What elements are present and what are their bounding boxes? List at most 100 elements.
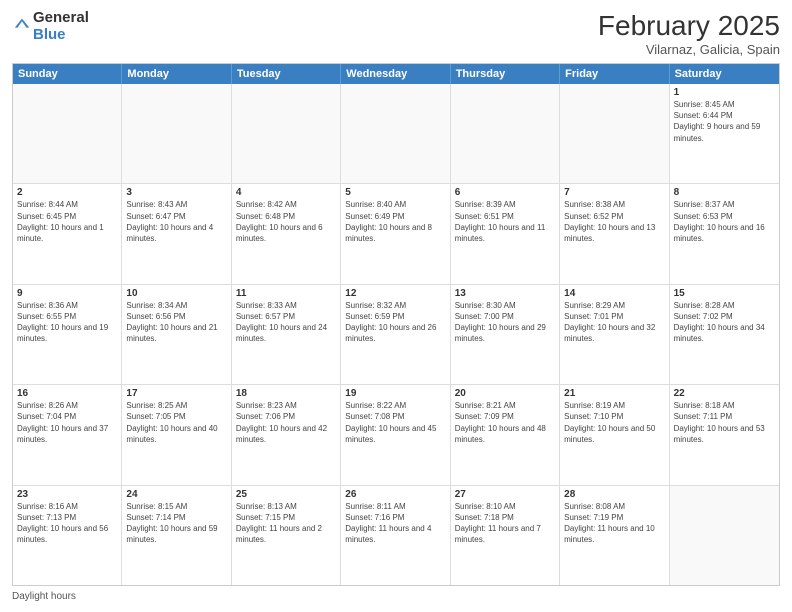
- calendar-day-4-5: 28Sunrise: 8:08 AM Sunset: 7:19 PM Dayli…: [560, 486, 669, 585]
- dow-monday: Monday: [122, 64, 231, 84]
- day-info: Sunrise: 8:23 AM Sunset: 7:06 PM Dayligh…: [236, 400, 336, 445]
- calendar-day-3-0: 16Sunrise: 8:26 AM Sunset: 7:04 PM Dayli…: [13, 385, 122, 484]
- day-number: 27: [455, 489, 555, 500]
- calendar-day-4-0: 23Sunrise: 8:16 AM Sunset: 7:13 PM Dayli…: [13, 486, 122, 585]
- calendar-header: Sunday Monday Tuesday Wednesday Thursday…: [13, 64, 779, 84]
- day-number: 18: [236, 388, 336, 399]
- calendar-day-2-2: 11Sunrise: 8:33 AM Sunset: 6:57 PM Dayli…: [232, 285, 341, 384]
- calendar-day-3-2: 18Sunrise: 8:23 AM Sunset: 7:06 PM Dayli…: [232, 385, 341, 484]
- calendar-day-4-6: [670, 486, 779, 585]
- calendar-week-1: 2Sunrise: 8:44 AM Sunset: 6:45 PM Daylig…: [13, 184, 779, 284]
- day-info: Sunrise: 8:33 AM Sunset: 6:57 PM Dayligh…: [236, 300, 336, 345]
- day-number: 16: [17, 388, 117, 399]
- calendar-day-0-1: [122, 84, 231, 183]
- day-info: Sunrise: 8:44 AM Sunset: 6:45 PM Dayligh…: [17, 199, 117, 244]
- daylight-label: Daylight hours: [12, 591, 76, 602]
- footer: Daylight hours: [12, 591, 780, 602]
- dow-friday: Friday: [560, 64, 669, 84]
- logo: General Blue: [12, 10, 89, 43]
- day-info: Sunrise: 8:43 AM Sunset: 6:47 PM Dayligh…: [126, 199, 226, 244]
- calendar-day-1-2: 4Sunrise: 8:42 AM Sunset: 6:48 PM Daylig…: [232, 184, 341, 283]
- logo-blue-text: Blue: [33, 27, 89, 44]
- day-info: Sunrise: 8:37 AM Sunset: 6:53 PM Dayligh…: [674, 199, 775, 244]
- calendar-day-4-2: 25Sunrise: 8:13 AM Sunset: 7:15 PM Dayli…: [232, 486, 341, 585]
- logo-general-text: General: [33, 10, 89, 27]
- calendar-day-2-5: 14Sunrise: 8:29 AM Sunset: 7:01 PM Dayli…: [560, 285, 669, 384]
- day-number: 13: [455, 288, 555, 299]
- calendar-day-0-4: [451, 84, 560, 183]
- day-number: 7: [564, 187, 664, 198]
- day-info: Sunrise: 8:08 AM Sunset: 7:19 PM Dayligh…: [564, 501, 664, 546]
- day-info: Sunrise: 8:30 AM Sunset: 7:00 PM Dayligh…: [455, 300, 555, 345]
- day-number: 11: [236, 288, 336, 299]
- calendar-week-3: 16Sunrise: 8:26 AM Sunset: 7:04 PM Dayli…: [13, 385, 779, 485]
- day-number: 2: [17, 187, 117, 198]
- calendar-day-1-5: 7Sunrise: 8:38 AM Sunset: 6:52 PM Daylig…: [560, 184, 669, 283]
- calendar-body: 1Sunrise: 8:45 AM Sunset: 6:44 PM Daylig…: [13, 84, 779, 585]
- day-number: 5: [345, 187, 445, 198]
- day-number: 15: [674, 288, 775, 299]
- day-number: 21: [564, 388, 664, 399]
- day-info: Sunrise: 8:34 AM Sunset: 6:56 PM Dayligh…: [126, 300, 226, 345]
- day-info: Sunrise: 8:11 AM Sunset: 7:16 PM Dayligh…: [345, 501, 445, 546]
- day-info: Sunrise: 8:21 AM Sunset: 7:09 PM Dayligh…: [455, 400, 555, 445]
- day-number: 3: [126, 187, 226, 198]
- day-number: 17: [126, 388, 226, 399]
- calendar-day-0-5: [560, 84, 669, 183]
- dow-thursday: Thursday: [451, 64, 560, 84]
- calendar-day-2-6: 15Sunrise: 8:28 AM Sunset: 7:02 PM Dayli…: [670, 285, 779, 384]
- dow-wednesday: Wednesday: [341, 64, 450, 84]
- day-number: 4: [236, 187, 336, 198]
- day-number: 9: [17, 288, 117, 299]
- day-info: Sunrise: 8:38 AM Sunset: 6:52 PM Dayligh…: [564, 199, 664, 244]
- dow-tuesday: Tuesday: [232, 64, 341, 84]
- day-number: 26: [345, 489, 445, 500]
- day-info: Sunrise: 8:18 AM Sunset: 7:11 PM Dayligh…: [674, 400, 775, 445]
- day-info: Sunrise: 8:45 AM Sunset: 6:44 PM Dayligh…: [674, 99, 775, 144]
- day-info: Sunrise: 8:10 AM Sunset: 7:18 PM Dayligh…: [455, 501, 555, 546]
- dow-sunday: Sunday: [13, 64, 122, 84]
- day-info: Sunrise: 8:25 AM Sunset: 7:05 PM Dayligh…: [126, 400, 226, 445]
- day-info: Sunrise: 8:32 AM Sunset: 6:59 PM Dayligh…: [345, 300, 445, 345]
- day-number: 10: [126, 288, 226, 299]
- calendar-day-0-0: [13, 84, 122, 183]
- day-info: Sunrise: 8:36 AM Sunset: 6:55 PM Dayligh…: [17, 300, 117, 345]
- day-number: 8: [674, 187, 775, 198]
- month-year: February 2025: [598, 10, 780, 42]
- calendar-week-4: 23Sunrise: 8:16 AM Sunset: 7:13 PM Dayli…: [13, 486, 779, 585]
- day-number: 1: [674, 87, 775, 98]
- calendar-day-0-3: [341, 84, 450, 183]
- calendar-day-3-6: 22Sunrise: 8:18 AM Sunset: 7:11 PM Dayli…: [670, 385, 779, 484]
- calendar-week-2: 9Sunrise: 8:36 AM Sunset: 6:55 PM Daylig…: [13, 285, 779, 385]
- calendar-day-4-3: 26Sunrise: 8:11 AM Sunset: 7:16 PM Dayli…: [341, 486, 450, 585]
- calendar-day-1-0: 2Sunrise: 8:44 AM Sunset: 6:45 PM Daylig…: [13, 184, 122, 283]
- calendar-day-0-6: 1Sunrise: 8:45 AM Sunset: 6:44 PM Daylig…: [670, 84, 779, 183]
- day-info: Sunrise: 8:29 AM Sunset: 7:01 PM Dayligh…: [564, 300, 664, 345]
- dow-saturday: Saturday: [670, 64, 779, 84]
- title-block: February 2025 Vilarnaz, Galicia, Spain: [598, 10, 780, 57]
- day-info: Sunrise: 8:19 AM Sunset: 7:10 PM Dayligh…: [564, 400, 664, 445]
- page-header: General Blue February 2025 Vilarnaz, Gal…: [12, 10, 780, 57]
- calendar-day-4-1: 24Sunrise: 8:15 AM Sunset: 7:14 PM Dayli…: [122, 486, 231, 585]
- day-number: 12: [345, 288, 445, 299]
- logo-icon: [13, 15, 31, 33]
- calendar-day-3-1: 17Sunrise: 8:25 AM Sunset: 7:05 PM Dayli…: [122, 385, 231, 484]
- calendar: Sunday Monday Tuesday Wednesday Thursday…: [12, 63, 780, 586]
- day-info: Sunrise: 8:40 AM Sunset: 6:49 PM Dayligh…: [345, 199, 445, 244]
- day-number: 24: [126, 489, 226, 500]
- day-number: 25: [236, 489, 336, 500]
- day-info: Sunrise: 8:13 AM Sunset: 7:15 PM Dayligh…: [236, 501, 336, 546]
- day-number: 14: [564, 288, 664, 299]
- calendar-day-1-3: 5Sunrise: 8:40 AM Sunset: 6:49 PM Daylig…: [341, 184, 450, 283]
- calendar-day-4-4: 27Sunrise: 8:10 AM Sunset: 7:18 PM Dayli…: [451, 486, 560, 585]
- day-info: Sunrise: 8:16 AM Sunset: 7:13 PM Dayligh…: [17, 501, 117, 546]
- calendar-day-3-5: 21Sunrise: 8:19 AM Sunset: 7:10 PM Dayli…: [560, 385, 669, 484]
- calendar-day-1-6: 8Sunrise: 8:37 AM Sunset: 6:53 PM Daylig…: [670, 184, 779, 283]
- calendar-day-2-3: 12Sunrise: 8:32 AM Sunset: 6:59 PM Dayli…: [341, 285, 450, 384]
- calendar-day-2-0: 9Sunrise: 8:36 AM Sunset: 6:55 PM Daylig…: [13, 285, 122, 384]
- day-info: Sunrise: 8:15 AM Sunset: 7:14 PM Dayligh…: [126, 501, 226, 546]
- day-number: 28: [564, 489, 664, 500]
- day-number: 6: [455, 187, 555, 198]
- day-number: 22: [674, 388, 775, 399]
- day-number: 19: [345, 388, 445, 399]
